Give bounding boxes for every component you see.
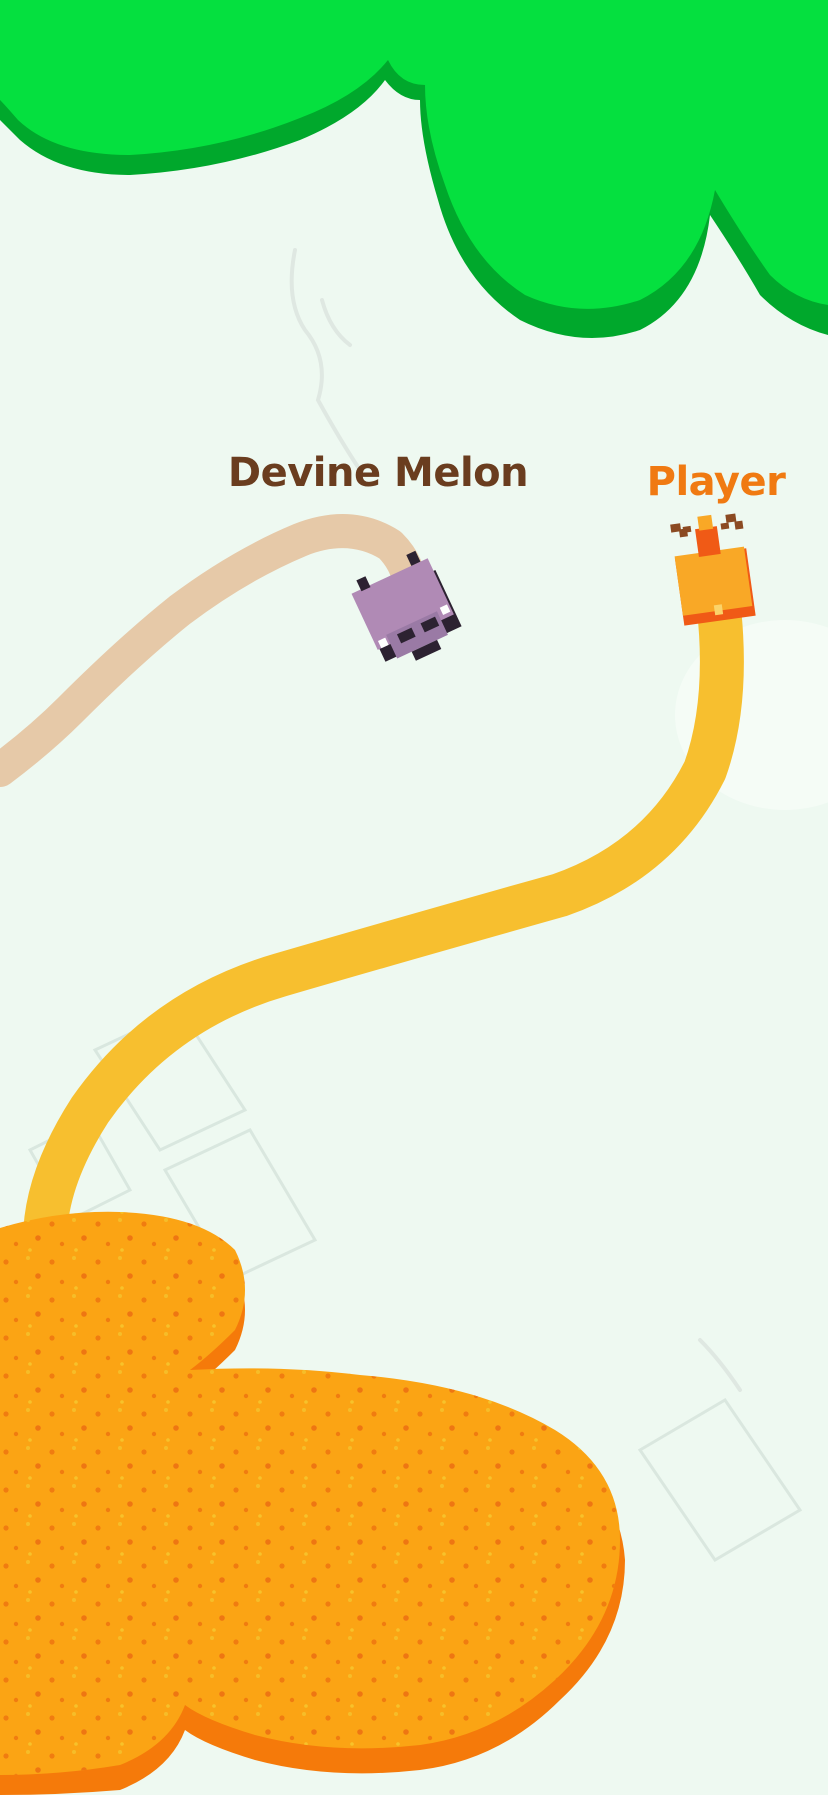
player-character	[670, 513, 756, 626]
orange-territory	[0, 1211, 625, 1795]
player-name-label: Player	[646, 459, 786, 505]
player-trail	[23, 578, 744, 1262]
enemy-trail	[0, 514, 427, 787]
game-board[interactable]: Devine Melon Player	[0, 0, 828, 1795]
game-scene	[0, 0, 828, 1795]
enemy-name-label: Devine Melon	[227, 450, 529, 496]
green-territory	[0, 0, 828, 338]
